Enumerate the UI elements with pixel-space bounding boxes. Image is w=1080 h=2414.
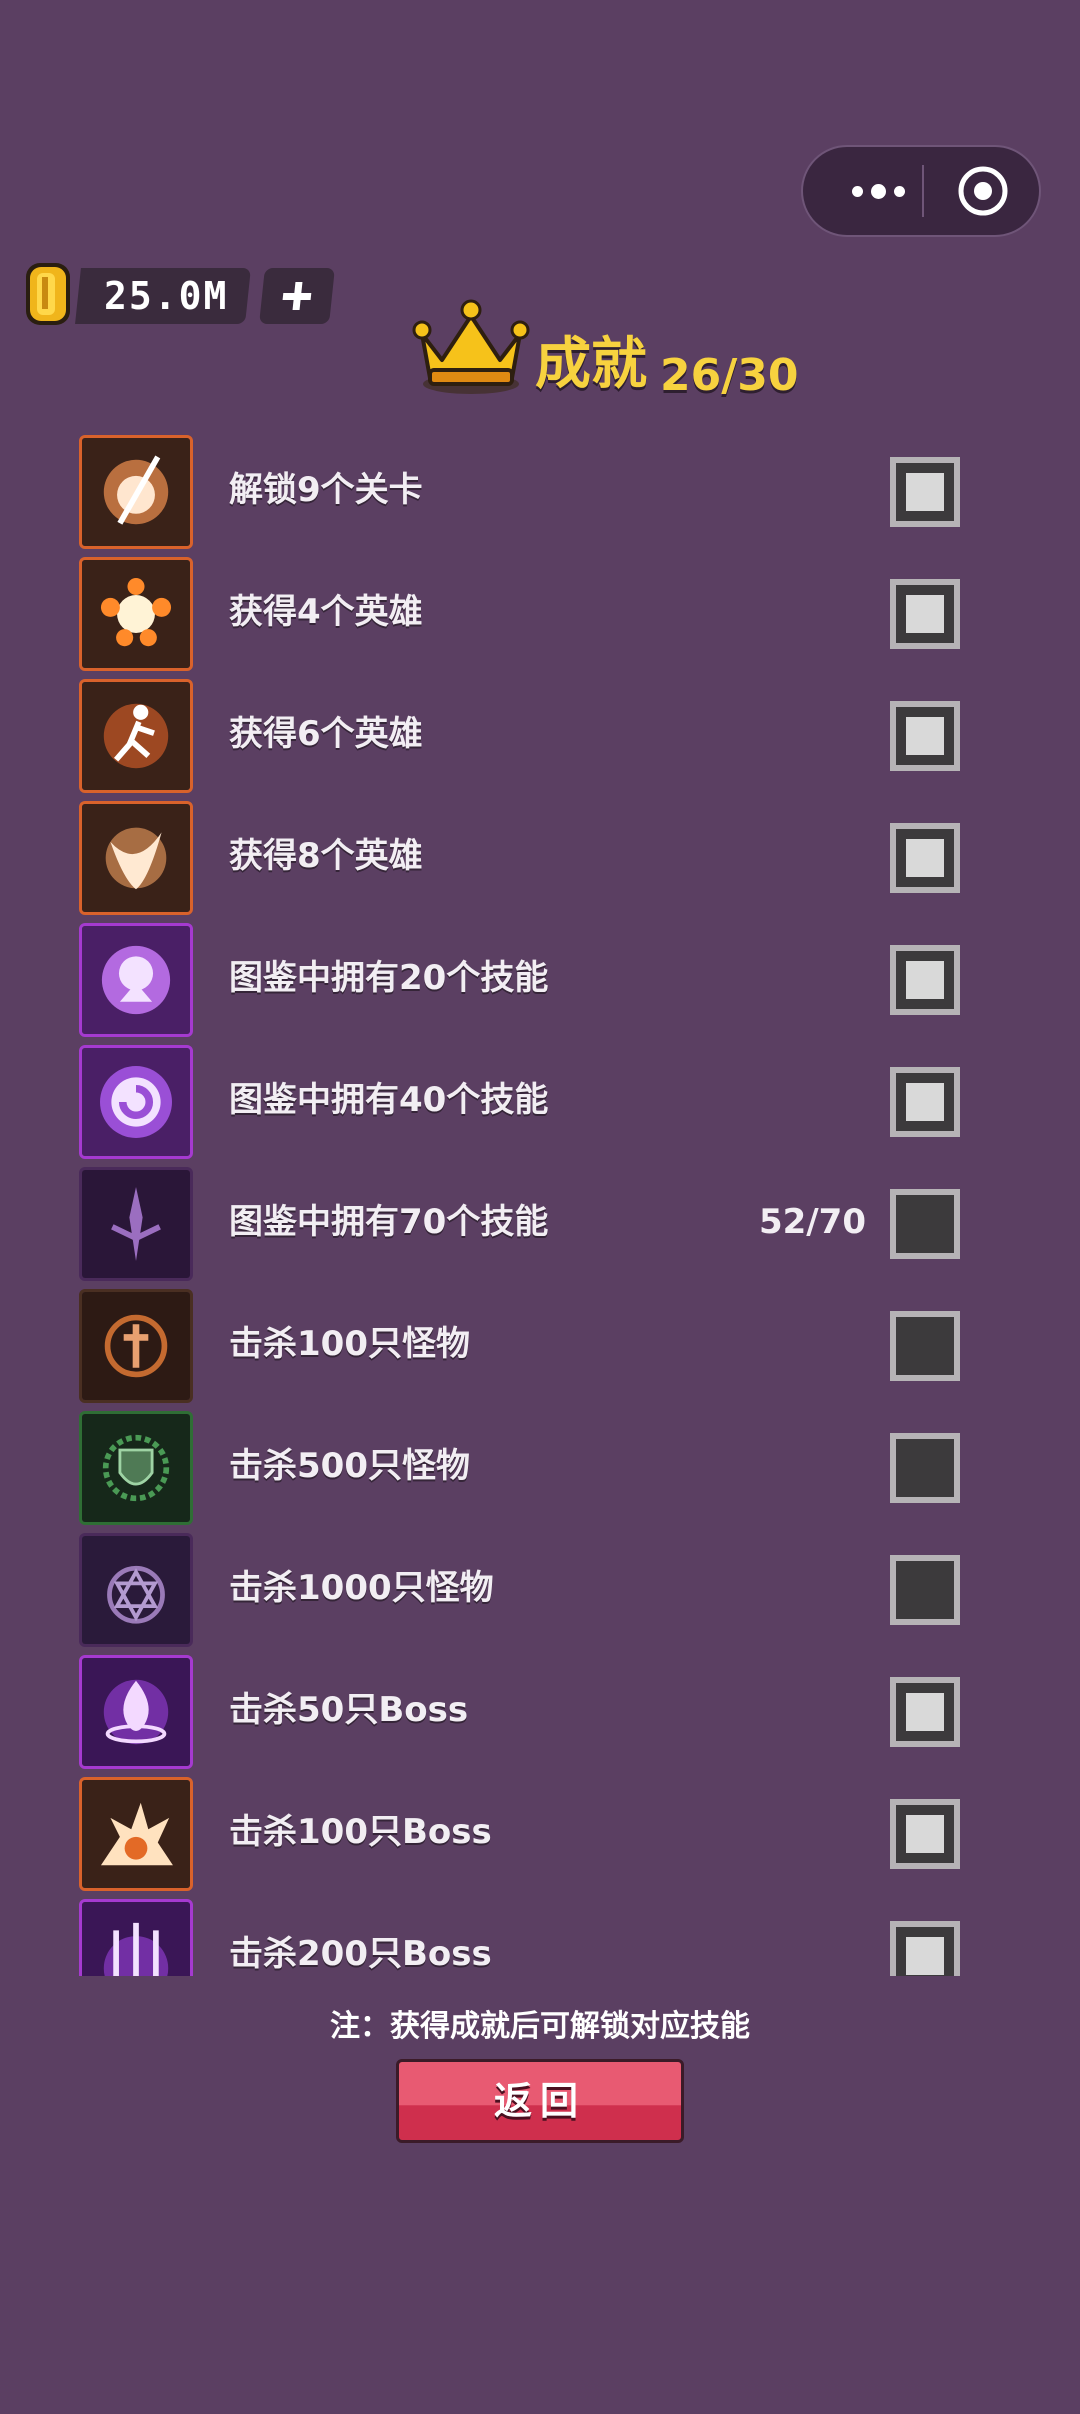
achievement-label: 击杀100只Boss	[229, 1812, 492, 1852]
achievement-row: 获得4个英雄	[0, 552, 1080, 674]
back-button[interactable]: 返回	[396, 2059, 684, 2143]
coin-amount: 25.0M	[104, 274, 229, 318]
incomplete-checkbox	[890, 1311, 960, 1381]
achievement-row: 击杀1000只怪物	[0, 1528, 1080, 1650]
achievement-label: 图鉴中拥有20个技能	[229, 958, 549, 998]
crown-icon	[412, 294, 530, 398]
achievement-row: 图鉴中拥有70个技能 52/70	[0, 1162, 1080, 1284]
achievement-row: 击杀500只怪物	[0, 1406, 1080, 1528]
hexagram-emblem-icon	[79, 1533, 193, 1647]
slash-flame-icon	[79, 435, 193, 549]
capsule-menu	[801, 145, 1041, 237]
explosion-icon	[79, 1777, 193, 1891]
green-shield-icon	[79, 1411, 193, 1525]
achievement-label: 获得4个英雄	[229, 592, 423, 632]
achievement-label: 击杀200只Boss	[229, 1934, 492, 1974]
completed-checkbox	[890, 701, 960, 771]
achievement-label: 击杀1000只怪物	[229, 1568, 494, 1608]
achievement-row: 获得8个英雄	[0, 796, 1080, 918]
footer-note: 注：获得成就后可解锁对应技能	[330, 2009, 750, 2044]
runner-flame-icon	[79, 679, 193, 793]
achievement-label: 击杀500只怪物	[229, 1446, 470, 1486]
tridents-icon	[79, 1899, 193, 1976]
achievement-row: 图鉴中拥有40个技能	[0, 1040, 1080, 1162]
fire-burst-icon	[79, 557, 193, 671]
completed-checkbox	[890, 945, 960, 1015]
achievement-row: 解锁9个关卡	[0, 430, 1080, 552]
add-coins-button[interactable]	[259, 268, 335, 324]
purple-fire-icon	[79, 1655, 193, 1769]
dark-sword-icon	[79, 1167, 193, 1281]
more-options-icon[interactable]	[833, 147, 923, 235]
achievement-progress-text: 52/70	[758, 1202, 866, 1242]
incomplete-checkbox	[890, 1555, 960, 1625]
achievement-progress: 26/30	[660, 350, 799, 401]
achievement-label: 解锁9个关卡	[229, 470, 423, 510]
achievement-row: 击杀200只Boss	[0, 1894, 1080, 1976]
completed-checkbox	[890, 1921, 960, 1976]
incomplete-checkbox	[890, 1189, 960, 1259]
achievement-row: 击杀100只Boss	[0, 1772, 1080, 1894]
purple-bloom-icon	[79, 923, 193, 1037]
gold-coin-icon	[18, 259, 78, 329]
achievement-row: 击杀100只怪物	[0, 1284, 1080, 1406]
achievement-label: 击杀50只Boss	[229, 1690, 469, 1730]
capsule-divider	[922, 165, 924, 217]
achievement-label: 获得6个英雄	[229, 714, 423, 754]
completed-checkbox	[890, 1677, 960, 1747]
cross-emblem-icon	[79, 1289, 193, 1403]
achievement-row: 击杀50只Boss	[0, 1650, 1080, 1772]
completed-checkbox	[890, 823, 960, 893]
completed-checkbox	[890, 1799, 960, 1869]
phoenix-icon	[79, 801, 193, 915]
completed-checkbox	[890, 457, 960, 527]
achievement-label: 图鉴中拥有70个技能	[229, 1202, 549, 1242]
close-target-icon[interactable]	[957, 165, 1009, 217]
achievement-label: 获得8个英雄	[229, 836, 423, 876]
achievement-label: 击杀100只怪物	[229, 1324, 470, 1364]
completed-checkbox	[890, 1067, 960, 1137]
page-title: 成就	[535, 332, 647, 397]
incomplete-checkbox	[890, 1433, 960, 1503]
completed-checkbox	[890, 579, 960, 649]
achievement-row: 图鉴中拥有20个技能	[0, 918, 1080, 1040]
purple-swirl-icon	[79, 1045, 193, 1159]
achievement-label: 图鉴中拥有40个技能	[229, 1080, 549, 1120]
achievement-list[interactable]: 解锁9个关卡 获得4个英雄 获得6个英雄 获得8个英雄图鉴中拥有20个技能 图鉴中拥有4…	[0, 430, 1080, 1976]
achievement-row: 获得6个英雄	[0, 674, 1080, 796]
